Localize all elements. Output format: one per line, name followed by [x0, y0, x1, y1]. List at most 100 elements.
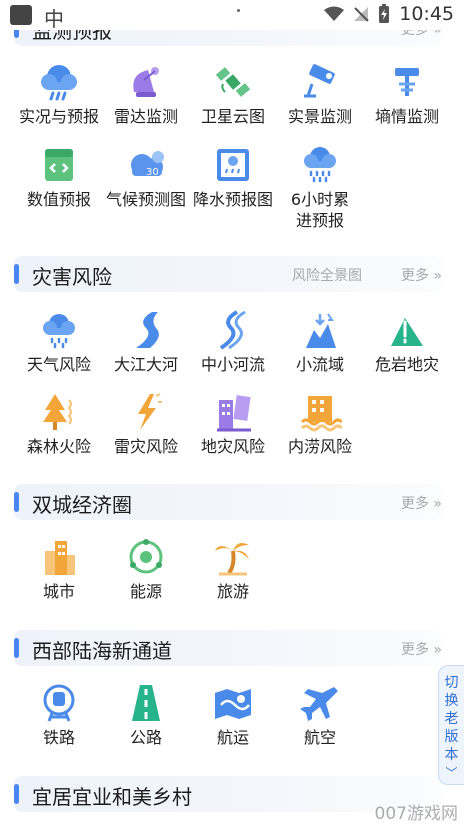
item-aviation[interactable]: 航空 [276, 683, 364, 748]
item-label: 城市 [42, 582, 75, 601]
item-label: 6小时累进预报 [290, 190, 350, 230]
radar-dish-icon [133, 67, 159, 97]
satellite-icon [215, 67, 251, 97]
item-label: 降水预报图 [192, 190, 273, 209]
item-6h-forecast[interactable]: 6小时累进预报 [276, 145, 364, 231]
item-label: 能源 [129, 582, 162, 601]
collapsing-building-icon [217, 395, 251, 432]
heavy-rain-icon [304, 147, 336, 183]
item-live-view[interactable]: 实景监测 [276, 62, 364, 127]
item-forest-fire[interactable]: 森林火险 [15, 392, 103, 457]
code-doc-icon [45, 149, 73, 181]
item-geo-hazard[interactable]: 地灾风险 [189, 392, 277, 457]
lightning-icon [138, 393, 162, 430]
item-label: 数值预报 [26, 190, 91, 209]
item-rock-hazard[interactable]: 危岩地灾 [363, 310, 451, 375]
svg-text:30: 30 [146, 167, 159, 178]
section-accent-bar [14, 492, 19, 512]
item-energy[interactable]: 能源 [102, 537, 190, 602]
item-live-forecast[interactable]: 实况与预报 [15, 62, 103, 127]
item-small-basin[interactable]: 小流域 [276, 310, 364, 375]
cloud-temperature-icon: 30 [131, 151, 164, 178]
item-label: 危岩地灾 [374, 355, 439, 374]
item-waterlogging[interactable]: 内涝风险 [276, 392, 364, 457]
item-highway[interactable]: 公路 [102, 683, 190, 748]
item-label: 小流域 [295, 355, 344, 374]
palm-tree-icon [215, 543, 249, 576]
item-tourism[interactable]: 旅游 [189, 537, 277, 602]
landslide-icon [391, 318, 423, 346]
item-label: 航运 [216, 728, 249, 747]
camera-monitor-icon [304, 64, 335, 98]
item-climate-prediction[interactable]: 30 气候预测图 [102, 145, 190, 210]
camera-dot-icon [237, 9, 240, 12]
carrier-label: 中 [44, 7, 64, 31]
item-shipping[interactable]: 航运 [189, 683, 277, 748]
item-label: 实况与预报 [18, 107, 99, 126]
more-link[interactable]: 更多 » [401, 265, 442, 285]
item-label: 雷达监测 [113, 107, 178, 126]
river-icon [136, 312, 159, 348]
item-label: 雷灾风险 [113, 437, 178, 456]
section-title: 西部陆海新通道 [32, 639, 172, 663]
item-big-river[interactable]: 大江大河 [102, 310, 190, 375]
app-notification-icon [10, 5, 32, 25]
section-header-econ: 双城经济圈 更多 » [14, 484, 442, 520]
item-satellite[interactable]: 卫星云图 [189, 62, 277, 127]
item-label: 实景监测 [287, 107, 352, 126]
shipping-map-icon [215, 689, 251, 719]
item-label: 大江大河 [113, 355, 178, 374]
basin-icon [306, 313, 336, 348]
more-link[interactable]: 更多 » [401, 493, 442, 513]
item-label: 森林火险 [26, 437, 91, 456]
item-label: 航空 [303, 728, 336, 747]
rain-image-icon [217, 149, 249, 181]
section-header-disaster: 灾害风险 风险全景图 更多 » [14, 256, 442, 292]
train-icon [43, 684, 75, 722]
section-accent-bar [14, 784, 19, 804]
item-label: 铁路 [42, 728, 75, 747]
item-precip-forecast[interactable]: 降水预报图 [189, 145, 277, 210]
cloud-rain-icon [43, 314, 75, 349]
section-accent-bar [14, 638, 19, 658]
item-label: 地灾风险 [200, 437, 265, 456]
forest-fire-icon [43, 394, 72, 430]
section-title: 双城经济圈 [32, 493, 132, 517]
energy-node-icon [129, 539, 163, 574]
switch-old-version-tab[interactable]: 切换老版本 ﹀ [438, 665, 464, 785]
item-small-river[interactable]: 中小河流 [189, 310, 277, 375]
no-signal-icon [354, 7, 369, 22]
cloud-rain-icon [41, 65, 77, 101]
item-label: 卫星云图 [200, 107, 265, 126]
section-accent-bar [14, 264, 19, 284]
item-label: 中小河流 [200, 355, 265, 374]
item-radar[interactable]: 雷达监测 [102, 62, 190, 127]
item-numeric-forecast[interactable]: 数值预报 [15, 145, 103, 210]
status-bar: 中 10:45 [0, 0, 466, 31]
item-label: 气候预测图 [105, 190, 186, 209]
watermark: 007游戏网 [374, 804, 458, 824]
status-right: 10:45 [324, 3, 454, 25]
item-city[interactable]: 城市 [15, 537, 103, 602]
airplane-icon [300, 687, 338, 721]
soil-sensor-icon [395, 68, 419, 96]
wifi-icon [324, 6, 345, 21]
item-soil-moisture[interactable]: 墒情监测 [363, 62, 451, 127]
item-weather-risk[interactable]: 天气风险 [15, 310, 103, 375]
risk-panorama-link[interactable]: 风险全景图 [292, 265, 362, 285]
battery-icon [379, 4, 390, 23]
item-label: 内涝风险 [287, 437, 352, 456]
section-title: 宜居宜业和美乡村 [32, 785, 192, 809]
city-buildings-icon [45, 541, 75, 575]
more-link[interactable]: 更多 » [401, 639, 442, 659]
switch-old-version-label: 切换老版本 [444, 675, 459, 763]
flooded-building-icon [300, 396, 342, 432]
section-title: 灾害风险 [32, 265, 112, 289]
clock: 10:45 [399, 3, 454, 25]
item-label: 公路 [129, 728, 162, 747]
chevron-down-icon: ﹀ [445, 766, 458, 780]
road-icon [132, 685, 160, 721]
stream-icon [219, 310, 246, 350]
item-railway[interactable]: 铁路 [15, 683, 103, 748]
item-lightning-risk[interactable]: 雷灾风险 [102, 392, 190, 457]
